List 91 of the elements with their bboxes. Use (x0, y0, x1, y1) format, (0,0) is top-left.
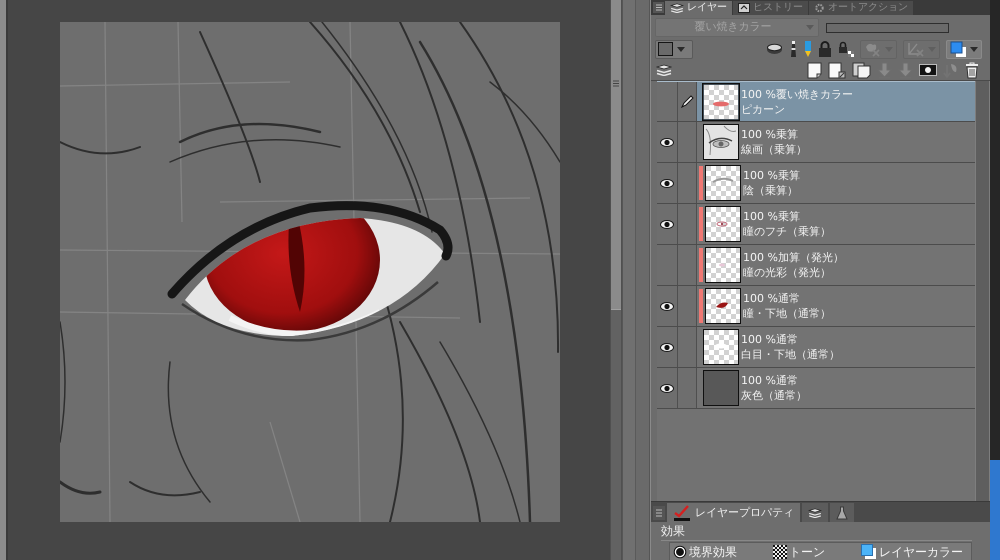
layer-name: ピカーン (741, 104, 786, 114)
dropdown-button[interactable] (946, 40, 982, 58)
effect-toggle[interactable]: レイヤーカラー (861, 544, 963, 559)
layer-blend-mode: 100 %乗算 (741, 129, 799, 140)
edit-target-toggle[interactable] (678, 82, 697, 121)
layer-row[interactable]: 100 %加算（発光） 瞳の光彩（発光） (657, 245, 975, 286)
panel-tab[interactable]: レイヤー (665, 1, 732, 15)
layer-row[interactable]: 100 %通常 灰色（通常） (657, 368, 975, 409)
caret-icon (806, 25, 814, 30)
chevron-box-icon (738, 3, 750, 13)
panel-tab[interactable]: オートアクション (809, 1, 913, 15)
layer-blend-mode: 100 %乗算 (743, 170, 800, 181)
layers-icon (670, 3, 684, 13)
layer-blend-mode: 100 %通常 (743, 293, 801, 304)
effect-toggle[interactable]: トーン (773, 544, 825, 558)
layer-name: 灰色（通常） (741, 390, 807, 401)
layer-blend-mode: 100 %覆い焼きカラー (741, 88, 853, 100)
visibility-toggle[interactable] (657, 82, 678, 121)
layer-blend-mode: 100 %通常 (741, 334, 799, 345)
visibility-toggle[interactable] (657, 163, 678, 203)
lock-icon[interactable] (818, 41, 832, 57)
layer-blend-mode: 100 %通常 (741, 375, 799, 386)
visibility-toggle[interactable] (657, 204, 678, 244)
grip-icon (613, 80, 619, 87)
caret-icon (970, 46, 978, 52)
dashed-ring-icon (814, 3, 825, 13)
layer-row[interactable]: 100 %乗算 陰（乗算） (657, 163, 975, 204)
edit-target-toggle[interactable] (678, 122, 697, 162)
eye-icon (660, 384, 674, 392)
checker-icon (773, 544, 787, 558)
blob-cross-icon (864, 41, 882, 57)
property-tab[interactable] (802, 503, 828, 522)
layer-name: 線画（乗算） (741, 144, 807, 155)
color-squares-icon (950, 41, 967, 57)
tower-icon[interactable] (789, 41, 798, 57)
visibility-toggle[interactable] (657, 286, 678, 326)
stacked-pages-icon[interactable] (852, 62, 871, 78)
panel-menu-icon[interactable] (653, 506, 665, 520)
list-scrollbar[interactable] (975, 81, 990, 501)
layer-name: 瞳・下地（通常） (743, 308, 831, 319)
pen-icon (680, 95, 694, 108)
layers-icon (808, 508, 822, 518)
trash-icon[interactable] (965, 62, 979, 78)
layer-row[interactable]: 100 %乗算 線画（乗算） (657, 122, 975, 163)
property-tab[interactable]: レイヤープロパティ (667, 503, 800, 522)
eye-icon (660, 138, 674, 146)
eye-icon (660, 342, 674, 352)
ruler-cross-icon (907, 41, 925, 57)
panel-menu-icon[interactable] (653, 2, 664, 13)
opacity-slider-track[interactable] (826, 22, 949, 32)
layer-name: 白目・下地（通常） (741, 349, 840, 360)
layer-name: 瞳の光彩（発光） (743, 267, 832, 278)
color-square-icon (861, 544, 877, 559)
property-tab[interactable] (830, 503, 854, 522)
visibility-toggle[interactable] (657, 327, 678, 367)
square-swatch-icon (658, 42, 673, 56)
effect-toggle[interactable]: 境界効果 (673, 544, 737, 558)
disc-icon[interactable] (766, 43, 783, 55)
lock-grid-icon[interactable] (838, 41, 854, 57)
check-icon (673, 504, 691, 520)
edit-target-toggle[interactable] (678, 163, 697, 203)
page-icon[interactable] (807, 62, 822, 78)
visibility-toggle[interactable] (657, 245, 678, 285)
layer-row[interactable]: 100 %通常 瞳・下地（通常） (657, 286, 975, 327)
visibility-toggle[interactable] (657, 368, 678, 408)
edit-target-toggle[interactable] (678, 368, 697, 408)
layer-row[interactable]: 100 %通常 白目・下地（通常） (657, 327, 975, 368)
caret-icon (677, 46, 685, 52)
layer-name: 陰（乗算） (743, 185, 799, 196)
panel-tab[interactable]: ヒストリー (733, 1, 808, 15)
edit-target-toggle[interactable] (678, 327, 697, 367)
layers-icon (656, 64, 672, 76)
scrollbar-thumb[interactable] (611, 0, 621, 310)
ring-dot-icon (673, 544, 687, 558)
layer-row[interactable]: 100 %覆い焼きカラー ピカーン (657, 81, 975, 122)
eye-icon (660, 302, 674, 310)
eye-icon (660, 178, 674, 188)
layer-blend-mode: 100 %加算（発光） (743, 252, 844, 263)
swatch-dropdown[interactable] (655, 40, 693, 58)
layer-blend-mode: 100 %乗算 (743, 211, 801, 222)
flask-icon (836, 506, 848, 520)
eye-icon (660, 220, 674, 228)
layer-name: 瞳のフチ（乗算） (743, 226, 831, 237)
layer-row[interactable]: 100 %乗算 瞳のフチ（乗算） (657, 204, 975, 245)
edit-target-toggle[interactable] (678, 286, 697, 326)
edit-target-toggle[interactable] (678, 204, 697, 244)
section-heading: 効果 (661, 522, 972, 541)
canvas-scrollbar[interactable] (610, 0, 622, 560)
visibility-toggle[interactable] (657, 122, 678, 162)
edit-target-toggle[interactable] (678, 245, 697, 285)
page-badge-icon[interactable] (828, 62, 846, 78)
